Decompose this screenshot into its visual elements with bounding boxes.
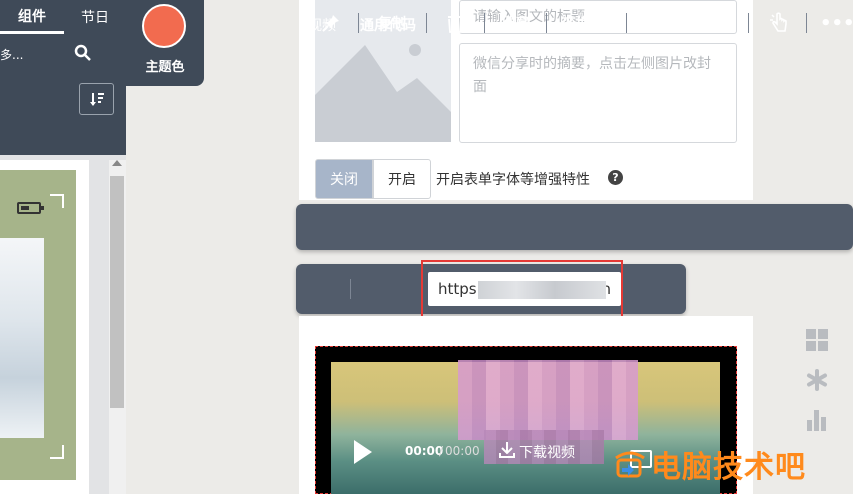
scrollbar-thumb[interactable] — [110, 176, 124, 408]
general-code-tab[interactable]: 通用代码 — [360, 0, 416, 50]
caret-down-icon — [718, 17, 734, 29]
transform-button[interactable]: 变换 — [554, 0, 598, 46]
time-separator: / — [439, 444, 444, 458]
current-time: 00:00 — [405, 444, 444, 458]
download-video-button[interactable]: 下载视频 — [519, 442, 575, 462]
toolbar-divider — [546, 13, 547, 33]
toggle-off-button[interactable]: 关闭 — [315, 159, 373, 199]
play-icon[interactable] — [354, 440, 372, 464]
collect-button[interactable]: 收藏 — [494, 0, 538, 46]
total-time: 00:00 — [445, 444, 480, 458]
toolbar-divider — [484, 13, 485, 33]
block-toolbar — [296, 204, 853, 250]
search-icon[interactable] — [74, 44, 92, 62]
mosaic-redaction — [458, 360, 638, 440]
bar-chart-icon[interactable] — [805, 408, 829, 432]
battery-icon — [17, 202, 44, 214]
tab-holiday[interactable]: 节日 — [64, 0, 126, 34]
sort-icon — [89, 93, 104, 106]
template-photo — [0, 238, 44, 438]
watermark-logo-icon — [615, 451, 645, 478]
toolbar-divider — [806, 13, 807, 33]
corner-mark — [50, 194, 64, 208]
site-watermark: 电脑技术吧 — [612, 442, 806, 486]
trash-icon — [448, 13, 462, 33]
summary-input[interactable]: 微信分享时的摘要，点击左侧图片改封面 — [459, 43, 737, 143]
hand-pointer-icon — [770, 12, 787, 32]
toggle-on-button[interactable]: 开启 — [373, 159, 431, 199]
tab-components[interactable]: 组件 — [0, 0, 64, 34]
scroll-up-arrow[interactable] — [112, 160, 122, 166]
download-icon[interactable] — [498, 441, 516, 459]
highlight-box — [421, 260, 623, 322]
toolbar-divider — [358, 13, 359, 33]
more-button[interactable]: ••• — [820, 0, 853, 46]
select-pointer-button[interactable] — [766, 0, 792, 46]
grid-icon[interactable] — [805, 328, 829, 352]
videobar-divider — [350, 279, 351, 299]
theme-color-label: 主题色 — [145, 60, 185, 75]
toolbar-divider — [426, 13, 427, 33]
video-label: 视频 — [308, 18, 336, 34]
sort-button[interactable] — [79, 83, 114, 115]
toolbar-divider — [748, 13, 749, 33]
toolbar-divider — [626, 13, 627, 33]
theme-color-swatch[interactable] — [142, 4, 186, 48]
insert-dropdown-button[interactable] — [716, 0, 736, 46]
truncated-label: 多... — [0, 48, 24, 62]
help-button[interactable]: 帮助 — [634, 0, 662, 50]
corner-mark — [50, 445, 64, 459]
enhance-feature-label: 开启表单字体等增强特性 — [436, 172, 590, 188]
help-icon[interactable]: ? — [608, 170, 623, 185]
delete-button[interactable] — [442, 0, 468, 46]
watermark-text: 电脑技术吧 — [651, 450, 806, 485]
asterisk-icon[interactable] — [805, 368, 829, 392]
